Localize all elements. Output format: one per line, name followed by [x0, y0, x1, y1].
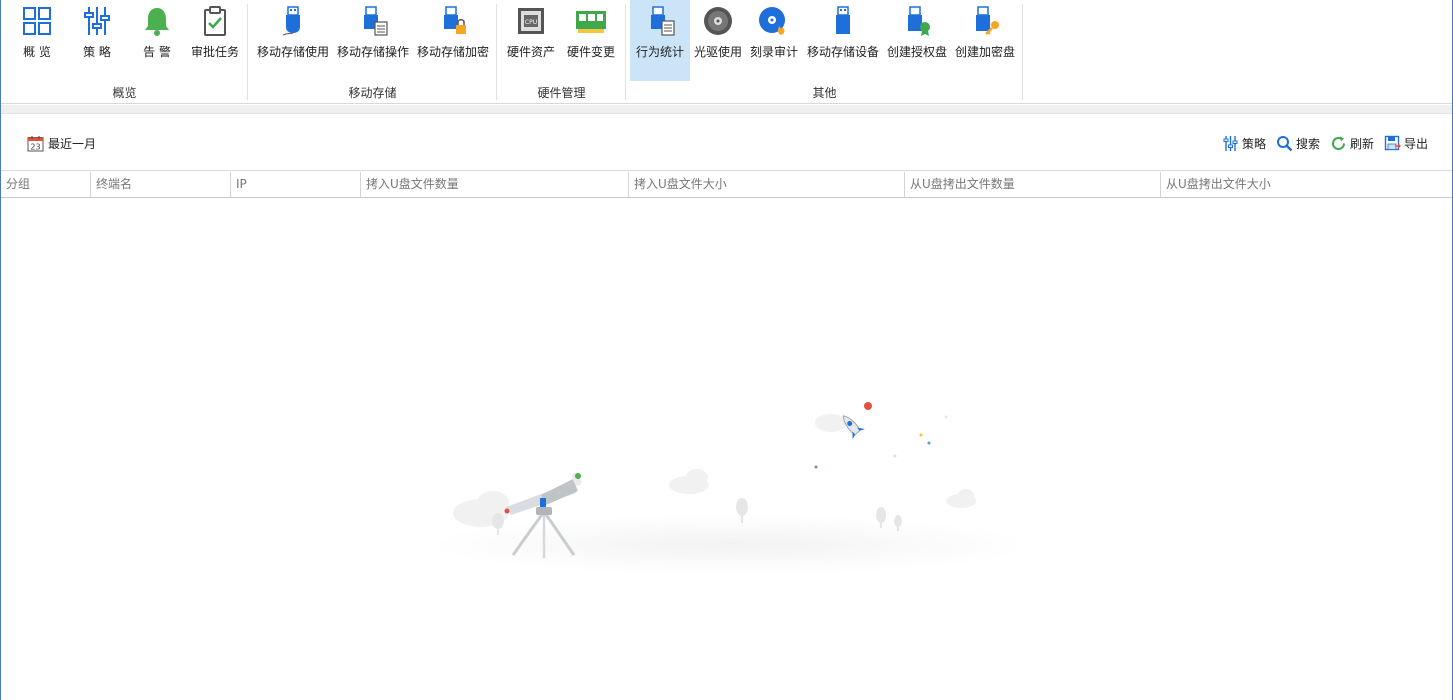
date-range-label: 最近一月 — [48, 136, 97, 151]
column-header-copy-out-count[interactable]: 从U盘拷出文件数量 — [904, 172, 1160, 197]
optical-drive-usage-button-label: 光驱使用 — [693, 45, 742, 59]
table-header: 分组 终端名 IP 拷入U盘文件数量 拷入U盘文件大小 从U盘拷出文件数量 从U… — [1, 172, 1452, 198]
burn-audit-button[interactable]: 刻录审计 — [748, 0, 800, 81]
behavior-stats-button[interactable]: 行为统计 — [630, 0, 690, 81]
bell-icon — [145, 8, 169, 36]
strategy-button[interactable]: 策 略 — [71, 0, 123, 81]
sliders-icon — [84, 7, 110, 35]
ribbon-group-label: 概览 — [112, 86, 137, 100]
usb-drive-lock-icon — [444, 6, 466, 34]
search-icon — [1276, 135, 1293, 151]
approval-task-button-label: 审批任务 — [190, 45, 239, 59]
planet-dot — [864, 402, 872, 410]
star-dot — [944, 415, 948, 419]
alarm-button-label: 告 警 — [143, 45, 171, 59]
create-encrypted-disk-button[interactable]: 创建加密盘 — [952, 0, 1018, 81]
export-button[interactable]: 导出 — [1384, 135, 1428, 152]
cpu-icon: CPU — [518, 8, 544, 34]
usb-drive-stats-icon — [651, 6, 675, 36]
column-header-copy-out-size[interactable]: 从U盘拷出文件大小 — [1160, 172, 1452, 197]
optical-drive-usage-button[interactable]: 光驱使用 — [692, 0, 744, 81]
hardware-change-button-label: 硬件变更 — [566, 45, 615, 59]
behavior-stats-button-label: 行为统计 — [635, 45, 684, 59]
hardware-asset-button[interactable]: CPU 硬件资产 — [503, 0, 559, 81]
ribbon-group-hardware: CPU 硬件资产 硬件变更 硬件管理 — [497, 0, 626, 104]
create-authorized-disk-button-label: 创建授权盘 — [886, 45, 947, 59]
star-dot — [927, 441, 931, 445]
column-header-copy-in-size[interactable]: 拷入U盘文件大小 — [628, 172, 904, 197]
storage-usage-button-label: 移动存储使用 — [256, 45, 329, 59]
search-button[interactable]: 搜索 — [1276, 135, 1320, 152]
toolbar: 23 最近一月 策略 搜索 刷新 导出 — [1, 115, 1452, 171]
storage-usage-button[interactable]: 移动存储使用 — [253, 0, 333, 81]
storage-device-button-label: 移动存储设备 — [806, 45, 879, 59]
refresh-icon — [1331, 136, 1345, 150]
column-header-copy-in-count[interactable]: 拷入U盘文件数量 — [360, 172, 628, 197]
clipboard-check-icon — [204, 6, 226, 36]
ribbon-bottom-band — [1, 105, 1452, 114]
ribbon-group-label: 硬件管理 — [537, 86, 586, 100]
ribbon-group-removable-storage: 移动存储使用 移动存储操作 移动存储加密 移动存储 — [248, 0, 497, 104]
usb-drive-badge-icon — [908, 6, 930, 36]
usb-drive-key-icon — [976, 6, 999, 35]
star-dot — [919, 433, 923, 437]
usb-drive-doc-icon — [364, 6, 388, 36]
strategy-tool-button[interactable]: 策略 — [1222, 135, 1266, 152]
hardware-change-button[interactable]: 硬件变更 — [563, 0, 619, 81]
storage-encryption-button-label: 移动存储加密 — [416, 45, 489, 59]
ribbon: 概 览 策 略 告 警 审批任务 概览 移动存储使用 移动存储操作 移动存储加密… — [1, 0, 1452, 104]
disc-burn-icon — [759, 7, 785, 35]
sliders-icon — [1223, 135, 1238, 151]
calendar-day: 23 — [30, 142, 40, 151]
grid-icon — [23, 7, 51, 35]
create-encrypted-disk-button-label: 创建加密盘 — [954, 45, 1015, 59]
column-header-ip[interactable]: IP — [230, 172, 360, 197]
hardware-asset-button-label: 硬件资产 — [506, 45, 555, 59]
overview-button[interactable]: 概 览 — [11, 0, 63, 81]
app-window: 概 览 策 略 告 警 审批任务 概览 移动存储使用 移动存储操作 移动存储加密… — [0, 0, 1453, 700]
memory-card-icon — [576, 11, 606, 33]
ribbon-group-label: 其他 — [812, 86, 837, 100]
ribbon-group-label: 移动存储 — [348, 86, 397, 100]
usb-device-icon — [836, 6, 850, 34]
search-label: 搜索 — [1295, 136, 1320, 151]
burn-audit-button-label: 刻录审计 — [749, 45, 798, 59]
calendar-icon: 23 — [27, 135, 44, 151]
storage-device-button[interactable]: 移动存储设备 — [804, 0, 882, 81]
save-export-icon — [1384, 135, 1401, 150]
column-header-group[interactable]: 分组 — [1, 172, 90, 197]
disc-icon — [704, 7, 732, 35]
cloud-icon — [453, 414, 976, 527]
overview-button-label: 概 览 — [23, 45, 51, 59]
date-range-button[interactable]: 23 最近一月 — [27, 133, 96, 153]
column-header-terminal-name[interactable]: 终端名 — [90, 172, 230, 197]
svg-text:CPU: CPU — [525, 19, 537, 26]
create-authorized-disk-button[interactable]: 创建授权盘 — [884, 0, 950, 81]
storage-operation-button[interactable]: 移动存储操作 — [334, 0, 412, 81]
alarm-button[interactable]: 告 警 — [131, 0, 183, 81]
storage-encryption-button[interactable]: 移动存储加密 — [414, 0, 492, 81]
refresh-button[interactable]: 刷新 — [1330, 135, 1374, 152]
group-divider — [1022, 4, 1023, 100]
export-label: 导出 — [1403, 136, 1428, 151]
strategy-tool-label: 策略 — [1241, 136, 1266, 151]
strategy-button-label: 策 略 — [83, 45, 111, 59]
star-dot — [893, 454, 897, 458]
storage-operation-button-label: 移动存储操作 — [336, 45, 409, 59]
toolbar-actions: 策略 搜索 刷新 导出 — [1212, 133, 1428, 153]
usb-drive-icon — [282, 6, 300, 36]
star-dot — [814, 465, 818, 469]
refresh-label: 刷新 — [1349, 136, 1374, 151]
approval-task-button[interactable]: 审批任务 — [187, 0, 243, 81]
ribbon-group-other: 行为统计 光驱使用 刻录审计 移动存储设备 创建授权盘 创建加密盘 其他 — [626, 0, 1023, 104]
empty-state-illustration — [431, 402, 1031, 575]
ribbon-group-overview: 概 览 策 略 告 警 审批任务 概览 — [1, 0, 248, 104]
